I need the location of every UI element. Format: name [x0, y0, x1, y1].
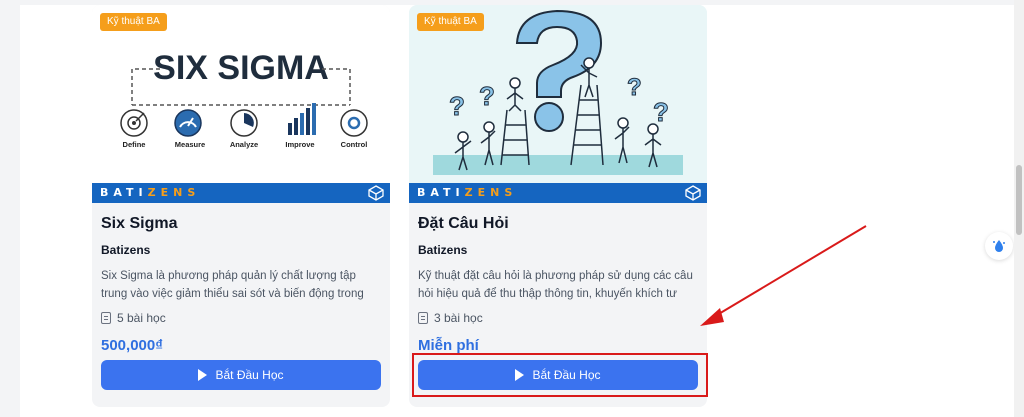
document-icon: [101, 312, 111, 324]
svg-text:?: ?: [479, 81, 495, 111]
lesson-count: 5 bài học: [101, 311, 166, 325]
phase-analyze: Analyze: [230, 140, 258, 149]
phase-measure: Measure: [175, 140, 205, 149]
play-icon: [198, 369, 208, 381]
define-icon: [120, 109, 148, 137]
lesson-count: 3 bài học: [418, 311, 483, 325]
svg-text:?: ?: [449, 91, 465, 121]
phase-control: Control: [341, 140, 368, 149]
course-title[interactable]: Đặt Câu Hỏi: [418, 215, 509, 233]
annotation-arrow-icon: [700, 225, 867, 326]
thumb-title: SIX SIGMA: [153, 49, 329, 87]
start-learning-button[interactable]: Bắt Đầu Học: [101, 360, 381, 390]
course-card-dat-cau-hoi[interactable]: ? ? ? ? Kỹ thuật BA BATIZENS Đặt Câu Hỏi…: [409, 5, 707, 407]
svg-text:?: ?: [627, 74, 642, 101]
course-card-six-sigma[interactable]: SIX SIGMA Define Measure Analyze Improve…: [92, 5, 390, 407]
course-thumbnail[interactable]: SIX SIGMA Define Measure Analyze Improve…: [92, 5, 390, 183]
brand-bar: BATIZENS: [92, 183, 390, 203]
course-title[interactable]: Six Sigma: [101, 215, 177, 233]
category-tag: Kỹ thuật BA: [100, 13, 167, 31]
control-icon: [340, 109, 368, 137]
course-price: 500,000₫: [101, 337, 163, 354]
scrollbar-thumb[interactable]: [1016, 165, 1022, 235]
course-author: Batizens: [418, 243, 468, 257]
improve-icon: [288, 103, 316, 135]
analyze-icon: [230, 109, 258, 137]
course-thumbnail[interactable]: ? ? ? ? Kỹ thuật BA: [409, 5, 707, 183]
water-drop-icon: [993, 240, 1005, 252]
brand-cube-icon: [685, 185, 701, 201]
annotation-highlight-box: [412, 353, 708, 397]
course-description: Kỹ thuật đặt câu hỏi là phương pháp sử d…: [418, 270, 693, 300]
floating-widget-button[interactable]: [985, 232, 1013, 260]
questions-illustration: ? ? ? ?: [433, 9, 683, 175]
page: SIX SIGMA Define Measure Analyze Improve…: [0, 0, 1016, 417]
lesson-count-label: 5 bài học: [117, 311, 166, 325]
brand-logo-text: BATIZENS: [417, 186, 518, 199]
document-icon: [418, 312, 428, 324]
course-author: Batizens: [101, 243, 151, 257]
brand-logo-text: BATIZENS: [100, 186, 201, 199]
page-scrollbar[interactable]: [1014, 0, 1024, 417]
svg-text:?: ?: [653, 97, 669, 127]
start-learning-label: Bắt Đầu Học: [215, 368, 284, 382]
category-tag: Kỹ thuật BA: [417, 13, 484, 31]
lesson-count-label: 3 bài học: [434, 311, 483, 325]
phase-improve: Improve: [285, 140, 314, 149]
course-price: Miễn phí: [418, 337, 479, 354]
course-description: Six Sigma là phương pháp quản lý chất lư…: [101, 270, 364, 300]
measure-icon: [174, 109, 202, 137]
phase-define: Define: [123, 140, 146, 149]
brand-bar: BATIZENS: [409, 183, 707, 203]
brand-cube-icon: [368, 185, 384, 201]
six-sigma-illustration: SIX SIGMA Define Measure Analyze Improve…: [120, 49, 368, 149]
